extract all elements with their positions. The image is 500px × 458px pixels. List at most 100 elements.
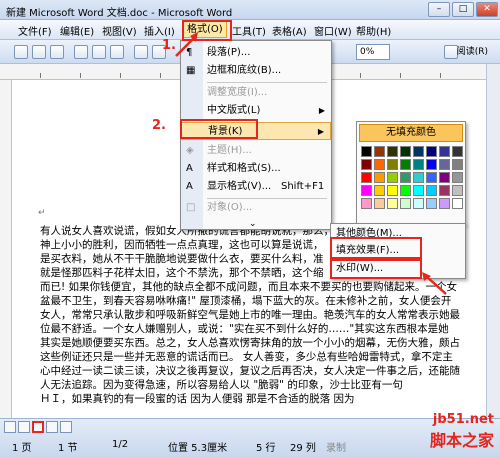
color-swatch[interactable] [361,172,372,183]
color-swatch[interactable] [361,185,372,196]
permission-icon[interactable] [74,45,88,59]
color-swatch[interactable] [439,185,450,196]
menu-item-label: 调整宽度(I)... [207,87,268,98]
menu-table[interactable]: 表格(A) [272,23,307,38]
color-swatch[interactable] [361,146,372,157]
new-document-icon[interactable] [14,45,28,59]
color-swatch-grid [361,146,463,209]
status-page: 1 页 [12,443,32,454]
document-line: 神上小小的胜利，因而牺牲一点点真理，这也可以算是说谎， [40,239,324,251]
watermark-name: 脚本之家 [429,431,494,450]
color-swatch[interactable] [387,146,398,157]
minimize-button[interactable]: – [428,2,450,17]
color-swatch[interactable] [387,159,398,170]
color-swatch[interactable] [452,198,463,209]
color-swatch[interactable] [452,146,463,157]
color-swatch[interactable] [413,146,424,157]
border-icon: ▦ [186,65,196,76]
menu-item-paragraph[interactable]: ¶ 段落(P)... [181,44,331,62]
print-view-icon[interactable] [32,421,44,433]
color-swatch[interactable] [387,185,398,196]
color-swatch[interactable] [439,159,450,170]
color-swatch[interactable] [400,172,411,183]
close-button[interactable]: ✕ [476,2,498,17]
color-swatch[interactable] [374,185,385,196]
maximize-button[interactable]: □ [452,2,474,17]
color-swatch[interactable] [426,198,437,209]
highlight-fill-effects [330,237,422,259]
menu-separator [207,82,327,83]
color-swatch[interactable] [400,185,411,196]
menu-item-shortcut: Shift+F1 [281,181,325,192]
color-swatch[interactable] [374,159,385,170]
document-line: 这些例证还只是一些并无恶意的谎话而已。 女人善变，多少总有些哈姆雷特式，拿不定主 [40,351,453,363]
color-swatch[interactable] [439,146,450,157]
menu-item-borders[interactable]: ▦ 边框和底纹(B)... [181,62,331,80]
color-swatch[interactable] [361,159,372,170]
menu-insert[interactable]: 插入(I) [144,23,175,38]
color-swatch[interactable] [387,172,398,183]
color-swatch[interactable] [387,198,398,209]
color-swatch[interactable] [361,198,372,209]
read-button[interactable]: 阅读(R) [457,44,488,60]
color-swatch[interactable] [452,159,463,170]
title-bar: 新建 Microsoft Word 文档.doc - Microsoft Wor… [0,0,500,20]
color-swatch[interactable] [452,172,463,183]
document-line: 是买衣料，她从不干干脆脆地说要做什么衣，要买什么料，准 [40,253,324,265]
spelling-icon[interactable] [134,45,148,59]
paragraph-mark: ↵ [38,208,46,218]
color-swatch[interactable] [374,146,385,157]
color-swatch[interactable] [413,185,424,196]
reading-view-icon[interactable] [60,421,72,433]
web-view-icon[interactable] [18,421,30,433]
open-folder-icon[interactable] [32,45,46,59]
menu-tools[interactable]: 工具(T) [232,23,266,38]
vertical-scrollbar[interactable] [486,64,500,418]
window-controls: – □ ✕ [428,2,498,17]
color-swatch[interactable] [413,159,424,170]
menu-item-label: 主题(H)... [207,145,252,156]
menu-expand[interactable]: ⌄ [181,215,331,233]
status-line: 5 行 [256,443,276,454]
color-swatch[interactable] [439,172,450,183]
highlight-background-item [180,119,258,139]
color-swatch[interactable] [400,159,411,170]
print-preview-icon[interactable] [110,45,124,59]
color-swatch[interactable] [374,172,385,183]
menu-edit[interactable]: 编辑(E) [60,23,94,38]
menu-bar: 文件(F) 编辑(E) 视图(V) 插入(I) 格式(O) 工具(T) 表格(A… [0,20,500,40]
menu-view[interactable]: 视图(V) [102,23,137,38]
color-swatch[interactable] [400,198,411,209]
document-line: 其实是她顺便要买东西。总之，女人总喜欢愣寄抹角的放一个小小的烟幕，无伤大雅，颇占 [40,337,460,349]
color-swatch[interactable] [413,172,424,183]
menu-window[interactable]: 窗口(W) [314,23,352,38]
color-swatch[interactable] [426,159,437,170]
color-swatch[interactable] [426,172,437,183]
color-swatch[interactable] [426,185,437,196]
color-swatch[interactable] [400,146,411,157]
document-line: 而已! 如果你钱便宜，其他的缺点全都不成问题，而且本来不要买的也要购储起来。一个… [40,281,458,293]
no-fill-button[interactable]: 无填充颜色 [359,124,463,142]
menu-item-label: 样式和格式(S)... [207,163,281,174]
save-icon[interactable] [50,45,64,59]
site-watermark: jb51.net 脚本之家 [430,412,494,451]
menu-file[interactable]: 文件(F) [18,23,52,38]
document-line: 就是怪那匹料子花样太旧，这个不禁洗，那个不禁晒，这个缩 [40,267,324,279]
color-swatch[interactable] [374,198,385,209]
color-swatch[interactable] [426,146,437,157]
zoom-box[interactable]: 0% [356,44,390,60]
print-icon[interactable] [92,45,106,59]
normal-view-icon[interactable] [4,421,16,433]
menu-item-styles[interactable]: A 样式和格式(S)... [181,160,331,178]
theme-icon: ◈ [186,145,194,156]
color-swatch[interactable] [452,185,463,196]
menu-item-asian-layout[interactable]: 中文版式(L) ▶ [181,102,331,120]
outline-view-icon[interactable] [46,421,58,433]
object-icon: □ [186,202,196,213]
menu-item-reveal-formatting[interactable]: A 显示格式(V)... Shift+F1 [181,178,331,196]
color-swatch[interactable] [413,198,424,209]
document-line: 人无法追踪。因为变得急速，所以容易给人以 "脆弱" 的印象，沙士比亚有一句 [40,379,403,391]
color-swatch[interactable] [439,198,450,209]
document-line: 位最不舒适。一个女人嫌赠别人，或说："实在买不到什么好的……"其实这东西根本是她 [40,323,449,335]
menu-help[interactable]: 帮助(H) [356,23,391,38]
